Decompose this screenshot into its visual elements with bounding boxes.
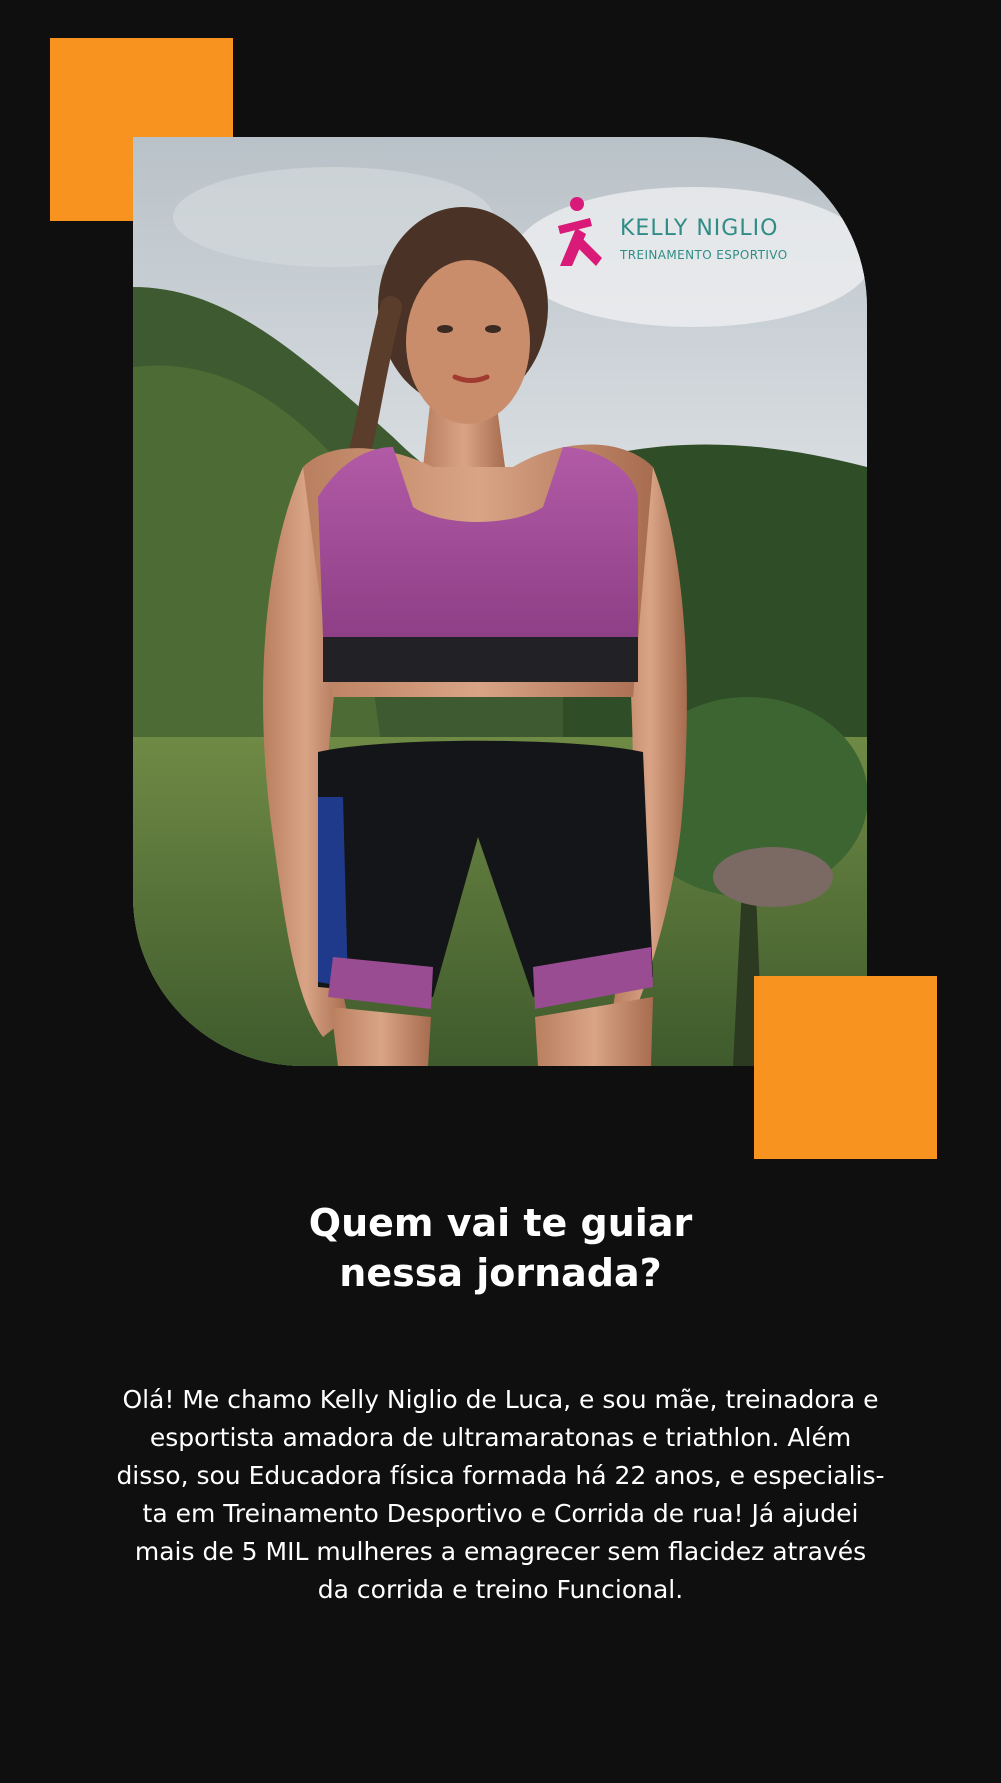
trainer-photo — [133, 137, 867, 1066]
section-title: Quem vai te guiar nessa jornada? — [0, 1198, 1001, 1298]
trainer-portrait-photo — [133, 137, 867, 1066]
brand-tagline: TREINAMENTO ESPORTIVO — [620, 248, 788, 262]
bio-line: ta em Treinamento Desportivo e Corrida d… — [142, 1499, 859, 1528]
bio-line: da corrida e treino Funcional. — [317, 1575, 684, 1604]
bio-line: disso, sou Educadora física formada há 2… — [116, 1461, 885, 1490]
bio-line: Olá! Me chamo Kelly Niglio de Luca, e so… — [122, 1385, 879, 1414]
bio-line: mais de 5 MIL mulheres a emagrecer sem f… — [134, 1537, 867, 1566]
section-title-line-1: Quem vai te guiar — [308, 1201, 693, 1245]
kelly-niglio-logo-icon — [558, 197, 602, 266]
brand-name: KELLY NIGLIO — [620, 216, 779, 241]
bio-paragraph: Olá! Me chamo Kelly Niglio de Luca, e so… — [65, 1381, 936, 1609]
bio-line: esportista amadora de ultramaratonas e t… — [149, 1423, 852, 1452]
accent-square-bottom-right — [754, 976, 937, 1159]
section-title-line-2: nessa jornada? — [339, 1251, 662, 1295]
brand-logo: KELLY NIGLIO TREINAMENTO ESPORTIVO — [556, 196, 806, 270]
